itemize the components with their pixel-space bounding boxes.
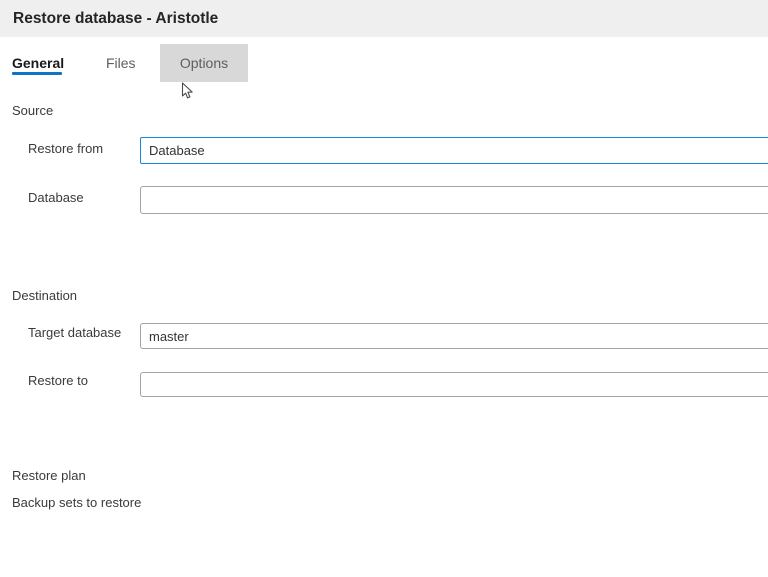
destination-section-heading: Destination <box>12 288 77 303</box>
restore-from-label: Restore from <box>28 141 103 156</box>
active-tab-indicator <box>12 72 62 75</box>
backup-sets-heading: Backup sets to restore <box>12 495 141 510</box>
database-label: Database <box>28 190 84 205</box>
tab-options[interactable]: Options <box>160 44 248 82</box>
tab-general-label: General <box>12 55 64 71</box>
target-database-input[interactable] <box>140 323 768 349</box>
tab-options-label: Options <box>180 55 228 71</box>
tab-general[interactable]: General <box>12 44 64 82</box>
dialog-titlebar: Restore database - Aristotle <box>0 0 768 37</box>
mouse-cursor-icon <box>181 82 195 100</box>
tab-files[interactable]: Files <box>106 44 136 82</box>
restore-from-input[interactable] <box>140 137 768 164</box>
restore-to-label: Restore to <box>28 373 88 388</box>
source-section-heading: Source <box>12 103 53 118</box>
dialog-title: Restore database - Aristotle <box>0 0 768 37</box>
restore-database-dialog: Restore database - Aristotle General Fil… <box>0 0 768 577</box>
restore-to-input[interactable] <box>140 372 768 397</box>
restore-plan-heading: Restore plan <box>12 468 86 483</box>
target-database-label: Target database <box>28 325 121 340</box>
tab-files-label: Files <box>106 55 136 71</box>
database-input[interactable] <box>140 186 768 214</box>
